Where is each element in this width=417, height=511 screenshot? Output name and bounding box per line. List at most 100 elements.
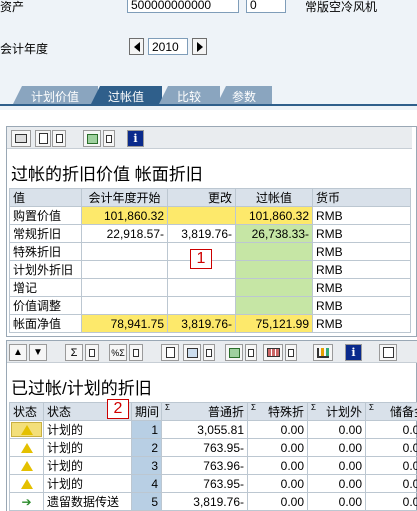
tab-comparison[interactable]: 比较 [158, 86, 220, 106]
document-icon [165, 347, 175, 358]
info-button-2[interactable]: i [345, 344, 362, 361]
cell-fy-start: 78,941.75 [81, 314, 168, 333]
view-menu-button[interactable] [52, 130, 66, 147]
print-button-2[interactable] [161, 344, 179, 361]
graphic-button[interactable] [313, 344, 333, 361]
tab-posted-values[interactable]: 过帐值 [90, 86, 162, 106]
column-header-reserve[interactable]: Σ 储备金 [365, 402, 417, 421]
view-menu-button-2[interactable] [203, 344, 215, 361]
print-icon [15, 134, 27, 143]
cell-normal-dep: 3,055.81 [161, 420, 248, 439]
fiscal-year-field[interactable]: 2010 [148, 38, 188, 55]
cell-special-dep: 0.00 [247, 420, 308, 439]
sum-button[interactable]: Σ [65, 344, 83, 361]
layout-menu-button[interactable] [285, 344, 297, 361]
column-header-change[interactable]: 更改 [167, 188, 236, 207]
column-header-status-icon[interactable]: 状态 [9, 402, 44, 421]
column-header-normal-dep[interactable]: Σ 普通折 [161, 402, 248, 421]
cell-status: 计划的 [43, 456, 132, 475]
sum-menu-button[interactable] [85, 344, 99, 361]
column-header-normal-dep-label: 普通折 [207, 405, 244, 419]
row-label: 价值调整 [9, 296, 82, 315]
next-year-button[interactable] [192, 38, 207, 55]
column-header-period[interactable]: 期间 [131, 402, 162, 421]
status-icon-cell [9, 456, 44, 475]
document-small-icon [206, 348, 212, 357]
cell-normal-dep: 763.95- [161, 438, 248, 457]
cell-currency: RMB [312, 260, 411, 279]
asset-subnumber-field[interactable]: 0 [246, 0, 286, 13]
cell-normal-dep: 763.96- [161, 456, 248, 475]
arrow-left-icon [133, 41, 140, 52]
cell-currency: RMB [312, 242, 411, 261]
column-header-fy-start[interactable]: 会计年度开始 [81, 188, 168, 207]
asset-description: 常版空冷风机 [305, 0, 378, 14]
cell-special-dep: 0.00 [247, 456, 308, 475]
column-header-special-dep[interactable]: Σ 特殊折 [247, 402, 308, 421]
notes-button[interactable] [379, 344, 397, 361]
table-row[interactable]: 计划的 1 3,055.81 0.00 0.00 0.00 [9, 420, 417, 439]
depreciation-schedule-table: 状态 状态 期间 Σ普通折 Σ特殊折 Σ计划外 Σ储备金 计划的 1 3,055… [9, 402, 417, 511]
filter-button[interactable]: ▼ [29, 344, 47, 361]
tab-planned-values[interactable]: 计划价值 [12, 86, 98, 106]
column-header-posted[interactable]: 过帐值 [235, 188, 313, 207]
table-row[interactable]: 计划的 2 763.95- 0.00 0.00 0.00 [9, 438, 417, 457]
cell-posted: 26,738.33- [235, 224, 313, 243]
sort-button[interactable]: ▲ [9, 344, 27, 361]
print-button[interactable] [11, 130, 31, 147]
cell-unplanned-dep: 0.00 [307, 420, 366, 439]
table-row: 常规折旧 22,918.57- 3,819.76- 26,738.33- RMB [9, 224, 411, 243]
export-menu-button-2[interactable] [245, 344, 257, 361]
cell-status: 遗留数据传送 [43, 492, 132, 511]
cell-currency: RMB [312, 278, 411, 297]
export-button[interactable] [83, 130, 101, 147]
row-label: 计划外折旧 [9, 260, 82, 279]
tab-underline [0, 104, 417, 106]
table-row[interactable]: 计划的 3 763.96- 0.00 0.00 0.00 [9, 456, 417, 475]
cell-posted: 75,121.99 [235, 314, 313, 333]
cell-special-dep: 0.00 [247, 492, 308, 511]
subtotal-icon: %Σ [111, 347, 125, 358]
cell-status: 计划的 [43, 474, 132, 493]
table-row[interactable]: 计划的 4 763.95- 0.00 0.00 0.00 [9, 474, 417, 493]
table-row[interactable]: ➔ 遗留数据传送 5 3,819.76- 0.00 0.00 0.00 [9, 492, 417, 511]
cell-fy-start: 101,860.32 [81, 206, 168, 225]
table-header: 状态 状态 期间 Σ普通折 Σ特殊折 Σ计划外 Σ储备金 [9, 402, 417, 421]
column-header-currency[interactable]: 货币 [312, 188, 411, 207]
info-button[interactable]: i [127, 130, 144, 147]
view-button[interactable] [35, 130, 51, 147]
annotation-marker-2: 2 [107, 399, 129, 419]
export-menu-button[interactable] [103, 130, 115, 147]
cell-period: 4 [131, 474, 162, 493]
cell-change [167, 278, 236, 297]
previous-year-button[interactable] [129, 38, 144, 55]
row-label: 增记 [9, 278, 82, 297]
cell-change [167, 206, 236, 225]
cell-period: 1 [131, 420, 162, 439]
layout-button[interactable] [263, 344, 283, 361]
panel1-title: 过帐的折旧价值 帐面折旧 [11, 165, 203, 184]
document-small-icon [288, 348, 294, 357]
cell-change: 3,819.76- [167, 314, 236, 333]
row-label: 特殊折旧 [9, 242, 82, 261]
status-icon-cell [9, 438, 44, 457]
annotation-marker-1: 1 [190, 249, 212, 269]
cell-normal-dep: 3,819.76- [161, 492, 248, 511]
asset-number-field[interactable]: 500000000000 [127, 0, 239, 13]
export-button-2[interactable] [225, 344, 243, 361]
cell-posted [235, 260, 313, 279]
notes-icon [382, 347, 394, 358]
document-small-icon [248, 348, 254, 357]
warning-icon [20, 443, 33, 454]
cell-fy-start [81, 278, 168, 297]
row-label: 购置价值 [9, 206, 82, 225]
subtotal-button[interactable]: %Σ [109, 344, 127, 361]
subtotal-menu-button[interactable] [129, 344, 143, 361]
table-row: 购置价值 101,860.32 101,860.32 RMB [9, 206, 411, 225]
tab-parameters[interactable]: 参数 [216, 86, 272, 106]
column-header-value[interactable]: 值 [9, 188, 82, 207]
view-button-2[interactable] [183, 344, 201, 361]
warning-icon [20, 461, 33, 472]
column-header-unplanned-dep[interactable]: Σ 计划外 [307, 402, 366, 421]
export-icon [86, 133, 98, 144]
